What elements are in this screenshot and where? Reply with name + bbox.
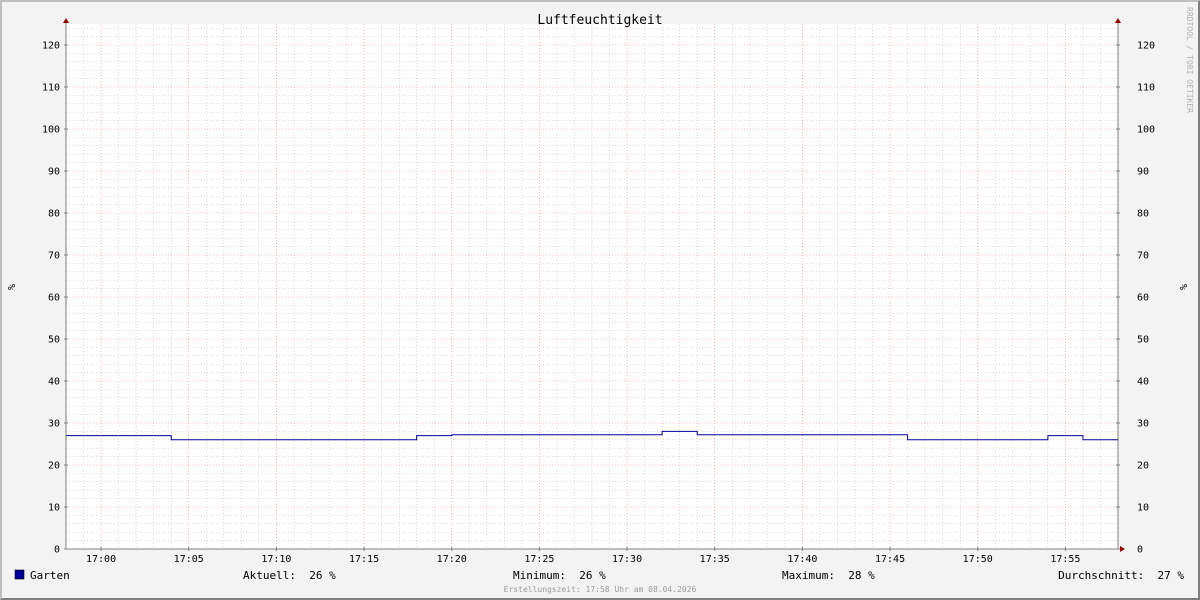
y-tick-label: 50 [48, 335, 60, 346]
y-tick-label: 120 [42, 41, 60, 52]
y-tick-label: 60 [48, 293, 60, 304]
y-tick-label-right: 100 [1137, 125, 1155, 136]
y-tick-label-right: 80 [1137, 209, 1149, 220]
y-axis-arrow-right [1115, 18, 1121, 23]
x-tick-label: 17:00 [86, 554, 116, 565]
legend-swatch-garten [14, 569, 25, 580]
y-tick-label-right: 30 [1137, 419, 1149, 430]
chart-window: 0 0 10 10 20 20 30 30 40 40 50 50 60 60 70 70 80 80 90 90 10… [0, 0, 1200, 600]
rrdtool-watermark: RRDTOOL / TOBI OETIKER [1185, 7, 1194, 113]
legend-maximum: Maximum: 28 % [782, 569, 875, 582]
y-tick-label-right: 70 [1137, 251, 1149, 262]
x-tick-label: 17:50 [963, 554, 993, 565]
x-tick-label: 17:10 [261, 554, 291, 565]
chart-svg: 0 0 10 10 20 20 30 30 40 40 50 50 60 60 70 70 80 80 90 90 10… [5, 7, 1194, 594]
y-tick-label: 40 [48, 377, 60, 388]
y-tick-label: 90 [48, 167, 60, 178]
y-tick-label: 110 [42, 83, 60, 94]
y-tick-label: 10 [48, 503, 60, 514]
y-tick-label-right: 90 [1137, 167, 1149, 178]
x-tick-label: 17:20 [437, 554, 467, 565]
y-tick-label: 30 [48, 419, 60, 430]
y-axis-label-right: % [1177, 284, 1188, 290]
y-tick-label: 70 [48, 251, 60, 262]
y-tick-label-right: 10 [1137, 503, 1149, 514]
x-tick-label: 17:15 [349, 554, 379, 565]
y-tick-label: 0 [54, 545, 60, 556]
creation-timestamp: Erstellungszeit: 17:58 Uhr am 08.04.2026 [504, 585, 697, 594]
y-tick-label-right: 0 [1137, 545, 1143, 556]
y-tick-label-right: 40 [1137, 377, 1149, 388]
y-axis-label-left: % [5, 284, 16, 290]
y-tick-label: 80 [48, 209, 60, 220]
y-tick-label-right: 20 [1137, 461, 1149, 472]
legend-average: Durchschnitt: 27 % [1058, 569, 1184, 582]
x-tick-label: 17:45 [875, 554, 905, 565]
y-tick-label-right: 50 [1137, 335, 1149, 346]
y-tick-label-right: 110 [1137, 83, 1155, 94]
y-tick-label: 100 [42, 125, 60, 136]
x-tick-label: 17:25 [524, 554, 554, 565]
x-tick-label: 17:05 [174, 554, 204, 565]
y-tick-label-right: 60 [1137, 293, 1149, 304]
legend-current: Aktuell: 26 % [243, 569, 336, 582]
y-axis-arrow-left [63, 18, 69, 23]
x-tick-label: 17:35 [700, 554, 730, 565]
legend-series-label: Garten [30, 569, 70, 582]
x-axis-arrow [1120, 546, 1125, 552]
y-tick-label: 20 [48, 461, 60, 472]
x-tick-label: 17:55 [1050, 554, 1080, 565]
y-tick-label-right: 120 [1137, 41, 1155, 52]
x-tick-label: 17:40 [787, 554, 817, 565]
x-tick-label: 17:30 [612, 554, 642, 565]
legend-minimum: Minimum: 26 % [513, 569, 606, 582]
chart-title: Luftfeuchtigkeit [537, 13, 662, 28]
